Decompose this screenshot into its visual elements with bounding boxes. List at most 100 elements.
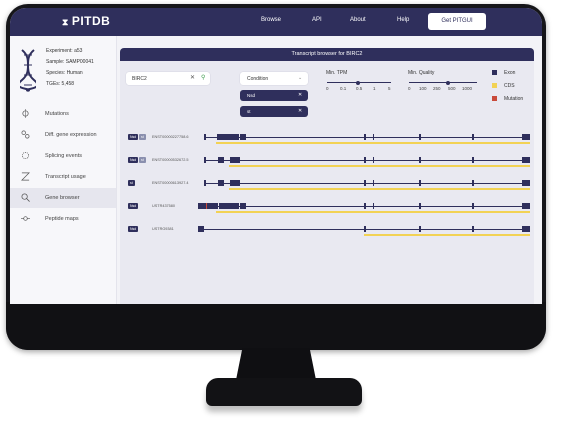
gene-browser-icon: [21, 193, 30, 202]
sidebar-item-diff-gene-expression[interactable]: Diff. gene expression: [10, 125, 116, 145]
condition-badge: st: [139, 134, 146, 140]
exon-block: [373, 157, 374, 163]
tpm-tick: 1: [373, 86, 376, 91]
cds-bar: [229, 188, 530, 190]
exon-block: [219, 203, 239, 209]
exon-block: [204, 180, 206, 186]
sidebar-item-splicing-events[interactable]: Splicing events: [10, 146, 116, 166]
min-quality-slider-handle[interactable]: [446, 80, 450, 85]
close-icon[interactable]: ✕: [298, 92, 302, 98]
intron-line: [204, 160, 530, 161]
exon-block: [472, 226, 474, 232]
exon-block: [230, 157, 240, 163]
cds-bar: [364, 234, 530, 236]
legend-swatch: [492, 70, 497, 75]
monitor-stand-neck: [236, 348, 316, 380]
species-label: Species: Human: [46, 70, 83, 76]
get-pitgui-button[interactable]: Get PITGUI: [428, 13, 486, 30]
exon-block: [419, 180, 421, 186]
logo[interactable]: ⧗ PITDB: [62, 14, 110, 28]
exon-block: [522, 157, 530, 163]
sidebar-item-gene-browser[interactable]: Gene browser: [10, 188, 116, 208]
sidebar-item-label: Peptide maps: [45, 216, 79, 222]
exon-block: [419, 226, 421, 232]
exon-block: [364, 226, 366, 232]
transcript-row[interactable]: Nsd USTRG9381: [120, 226, 534, 240]
exon-block: [198, 226, 204, 232]
monitor-stand-base: [206, 378, 362, 406]
transcript-row[interactable]: Nsd st ENST00000532672.5: [120, 157, 534, 171]
exon-block: [230, 180, 240, 186]
min-quality-slider[interactable]: [409, 82, 477, 83]
condition-badge: Nsd: [128, 203, 139, 209]
tpm-tick: 0.1: [340, 86, 347, 91]
exon-block: [522, 134, 530, 140]
cds-bar: [216, 211, 530, 213]
panel-title: Transcript browser for BIRC2: [120, 48, 534, 61]
exon-block: [364, 203, 366, 209]
condition-chip-label: st: [247, 109, 251, 114]
transcript-row[interactable]: st ENST00000613927.4: [120, 180, 534, 194]
condition-badge: Nsd: [128, 157, 139, 163]
nav-help[interactable]: Help: [397, 17, 409, 23]
transcript-name[interactable]: ENST00000613927.4: [152, 180, 189, 186]
condition-chip-label: Nsd: [247, 93, 256, 98]
legend-label: Exon: [504, 70, 516, 76]
experiment-label: Experiment: a53: [46, 48, 83, 54]
legend-swatch: [492, 83, 497, 88]
condition-badge: Nsd: [128, 134, 139, 140]
condition-label: Condition: [247, 76, 269, 82]
transcript-name[interactable]: USTR437580: [152, 203, 175, 209]
exon-block: [419, 157, 421, 163]
quality-tick: 1000: [462, 86, 473, 91]
peptide-icon: [21, 216, 30, 221]
nav-browse[interactable]: Browse: [261, 17, 281, 23]
nav-api[interactable]: API: [312, 17, 322, 23]
min-quality-title: Min. Quality: [408, 70, 435, 76]
exon-block: [204, 157, 206, 163]
exon-block: [240, 134, 246, 140]
condition-select[interactable]: Condition ⌄: [240, 72, 308, 85]
exon-block: [472, 134, 474, 140]
transcript-row[interactable]: Nsd st ENST00000227758.6: [120, 134, 534, 148]
transcript-row[interactable]: Nsd USTR437580: [120, 203, 534, 217]
min-tpm-slider-handle[interactable]: [356, 80, 360, 85]
condition-chip[interactable]: Nsd ✕: [240, 90, 308, 101]
splicing-icon: [21, 151, 30, 160]
sidebar-item-mutations[interactable]: Mutations: [10, 104, 116, 124]
search-icon[interactable]: ⚲: [201, 74, 205, 81]
condition-chip[interactable]: st ✕: [240, 106, 308, 117]
close-icon[interactable]: ✕: [298, 108, 302, 114]
exon-block: [472, 157, 474, 163]
transcript-name[interactable]: USTRG9381: [152, 226, 174, 232]
legend-label: CDS: [504, 83, 515, 89]
mutation-icon: [22, 109, 29, 118]
legend-swatch: [492, 96, 497, 101]
transcript-usage-icon: [21, 172, 30, 181]
exon-block: [218, 180, 224, 186]
exon-block: [364, 180, 366, 186]
transcript-browser-panel: Transcript browser for BIRC2 ✕ ⚲ Conditi…: [120, 48, 534, 304]
dna-logo-icon: ⧗: [62, 17, 69, 27]
screen: ⧗ PITDB Browse API About Help Get PITGUI …: [10, 8, 542, 304]
exon-block: [198, 203, 218, 209]
exon-block: [218, 157, 224, 163]
top-navigation: ⧗ PITDB Browse API About Help Get PITGUI: [10, 8, 542, 36]
sidebar-item-peptide-maps[interactable]: Peptide maps: [10, 209, 116, 229]
exon-block: [373, 203, 374, 209]
sidebar-item-label: Transcript usage: [45, 174, 86, 180]
gene-search-field[interactable]: ✕ ⚲: [126, 72, 210, 85]
clear-icon[interactable]: ✕: [190, 74, 195, 81]
sidebar-item-transcript-usage[interactable]: Transcript usage: [10, 167, 116, 187]
nav-about[interactable]: About: [350, 17, 366, 23]
exon-block: [240, 203, 246, 209]
exon-block: [522, 203, 530, 209]
transcript-name[interactable]: ENST00000532672.5: [152, 157, 189, 163]
dna-icon: [20, 49, 36, 92]
transcript-name[interactable]: ENST00000227758.6: [152, 134, 189, 140]
intron-line: [204, 137, 530, 138]
condition-badge: Nsd: [128, 226, 139, 232]
gene-search-input[interactable]: [132, 74, 182, 83]
tpm-tick: 0.5: [356, 86, 363, 91]
tges-label: TGEs: 5,458: [46, 81, 75, 87]
